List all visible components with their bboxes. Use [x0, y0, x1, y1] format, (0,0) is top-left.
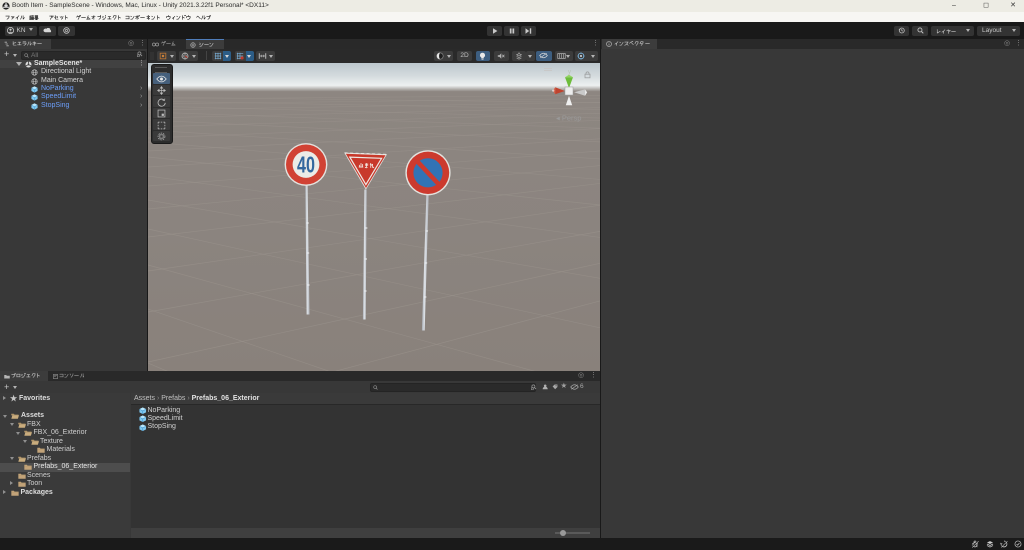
svg-text:y: y	[568, 69, 571, 75]
svg-text:◂ Persp: ◂ Persp	[556, 113, 581, 122]
svg-text:40: 40	[297, 152, 315, 177]
